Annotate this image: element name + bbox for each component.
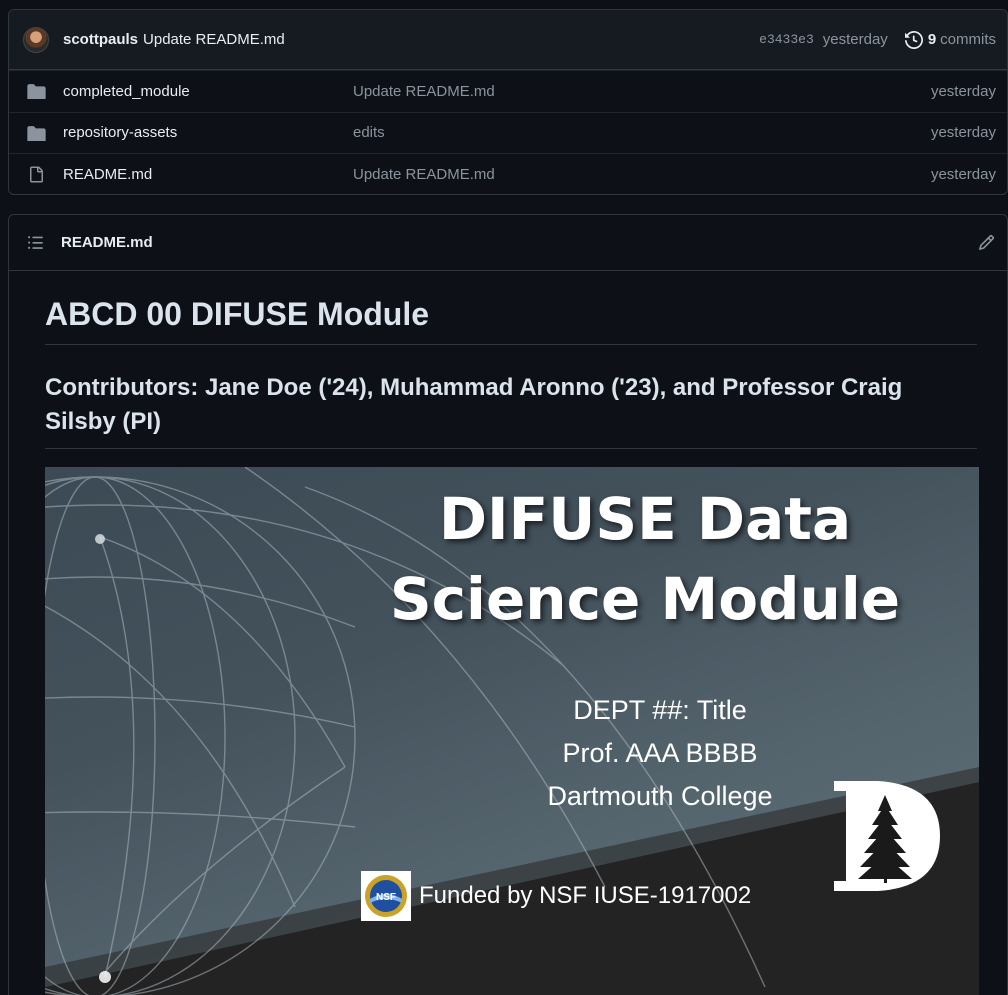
file-browser: scottpauls Update README.md e3433e3 yest…: [8, 9, 1008, 195]
banner-title-line-2: Science Module: [389, 565, 901, 633]
folder-icon: [26, 81, 46, 101]
file-time: yesterday: [930, 124, 996, 142]
commits-count: 9: [927, 31, 937, 48]
file-name[interactable]: repository-assets: [63, 124, 353, 141]
funding-line: NSF Funded by NSF IUSE-1917002: [361, 871, 751, 921]
readme-filename[interactable]: README.md: [61, 234, 153, 251]
banner-subtitle: DEPT ##: Title Prof. AAA BBBB Dartmouth …: [485, 689, 835, 818]
funding-text: Funded by NSF IUSE-1917002: [419, 882, 752, 909]
commits-history-link[interactable]: 9 commits: [904, 30, 996, 49]
file-name[interactable]: completed_module: [63, 83, 353, 100]
readme-heading-1: ABCD 00 DIFUSE Module: [45, 271, 977, 345]
readme-header: README.md: [9, 215, 1007, 271]
file-row[interactable]: repository-assets edits yesterday: [9, 111, 1007, 154]
latest-commit-bar: scottpauls Update README.md e3433e3 yest…: [9, 10, 1007, 70]
avatar[interactable]: [23, 26, 49, 53]
list-unordered-icon[interactable]: [27, 234, 44, 251]
svg-text:NSF: NSF: [376, 892, 396, 903]
commits-label: commits: [940, 31, 996, 48]
banner-title-line-1: DIFUSE Data: [438, 485, 852, 553]
file-row[interactable]: completed_module Update README.md yester…: [9, 70, 1007, 112]
nsf-logo: NSF: [361, 871, 411, 921]
commit-sha[interactable]: e3433e3: [759, 32, 814, 47]
history-icon: [904, 30, 923, 49]
file-commit-message[interactable]: Update README.md: [353, 166, 931, 183]
banner-course: DEPT ##: Title: [573, 695, 747, 725]
file-name[interactable]: README.md: [63, 166, 353, 183]
file-time: yesterday: [930, 165, 996, 183]
commit-time: yesterday: [822, 31, 888, 48]
folder-icon: [26, 123, 46, 143]
pencil-icon[interactable]: [978, 234, 995, 251]
readme-heading-2: Contributors: Jane Doe ('24), Muhammad A…: [45, 371, 977, 449]
commit-author[interactable]: scottpauls: [63, 31, 138, 48]
commit-message[interactable]: Update README.md: [143, 31, 285, 48]
banner-institution: Dartmouth College: [547, 781, 773, 811]
file-row[interactable]: README.md Update README.md yesterday: [9, 153, 1007, 194]
readme-panel: README.md ABCD 00 DIFUSE Module Contribu…: [8, 214, 1008, 995]
readme-content: ABCD 00 DIFUSE Module Contributors: Jane…: [9, 271, 1007, 995]
banner-title: DIFUSE Data Science Module: [385, 479, 905, 639]
file-time: yesterday: [930, 82, 996, 100]
file-commit-message[interactable]: Update README.md: [353, 83, 931, 100]
file-commit-message[interactable]: edits: [353, 124, 931, 141]
file-icon: [26, 164, 46, 184]
dartmouth-logo: [834, 781, 940, 891]
banner-image: DIFUSE Data Science Module DEPT ##: Titl…: [45, 467, 979, 995]
banner-professor: Prof. AAA BBBB: [562, 738, 758, 768]
